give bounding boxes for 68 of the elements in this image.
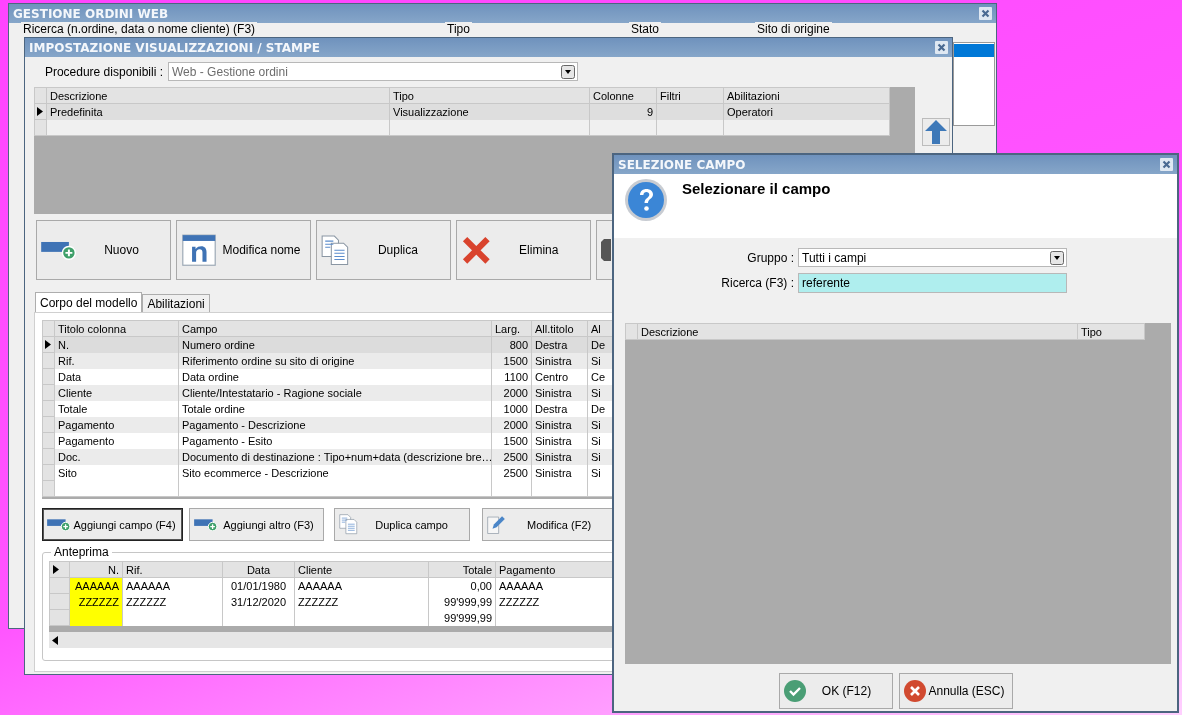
action-button[interactable]: Aggiungi campo (F4) [42, 508, 183, 541]
column-header[interactable]: Data [222, 561, 295, 578]
toolbar-button[interactable]: Duplica [316, 220, 451, 280]
column-header[interactable]: Descrizione [46, 87, 390, 104]
check-icon [783, 680, 806, 702]
row-pointer-icon [45, 339, 51, 349]
column-header[interactable]: Filtri [656, 87, 724, 104]
column-header[interactable]: Abilitazioni [723, 87, 890, 104]
move-up-button[interactable] [922, 118, 950, 146]
field-label: Procedure disponibili : [43, 64, 163, 79]
documents-icon [339, 514, 359, 535]
group-label: Tipo [445, 22, 472, 36]
group-label: Stato [629, 22, 662, 36]
toolbar-button[interactable]: Modifica nome [176, 220, 311, 280]
row-pointer-icon [37, 106, 43, 116]
close-icon[interactable] [979, 7, 992, 20]
search-field[interactable]: referente [798, 273, 1067, 293]
column-header[interactable]: Tipo [1077, 323, 1145, 340]
field-label: Ricerca (F3) : [720, 276, 794, 290]
add-icon [194, 517, 218, 532]
add-icon [41, 240, 77, 260]
column-header[interactable]: Descrizione [637, 323, 1078, 340]
add-icon [47, 517, 71, 532]
column-header[interactable]: Titolo colonna [54, 320, 179, 337]
group-label: Anteprima [53, 545, 110, 559]
column-header[interactable]: All.titolo [531, 320, 588, 337]
documents-icon [321, 234, 350, 266]
column-header[interactable]: N. [69, 561, 123, 578]
procedure-dropdown[interactable]: Web - Gestione ordini [168, 62, 578, 81]
question-icon [624, 178, 668, 222]
column-header[interactable]: Larg. [491, 320, 532, 337]
list-box[interactable] [953, 42, 995, 126]
delete-icon [461, 234, 492, 266]
column-header[interactable]: Campo [178, 320, 492, 337]
action-button[interactable]: Aggiungi altro (F3) [189, 508, 324, 541]
ok-button[interactable]: OK (F12) [778, 673, 893, 709]
column-header[interactable]: Tipo [389, 87, 590, 104]
dialog-heading: Selezionare il campo [682, 180, 831, 197]
group-dropdown[interactable]: Tutti i campi [798, 248, 1067, 267]
window-title: SELEZIONE CAMPO [618, 157, 746, 172]
group-label: Ricerca (n.ordine, data o nome cliente) (F3) [21, 22, 258, 36]
corner-cell [34, 87, 47, 104]
edit-icon [487, 514, 507, 535]
up-arrow-icon [925, 120, 947, 144]
column-header[interactable]: Rif. [122, 561, 223, 578]
action-button[interactable]: Duplica campo [334, 508, 470, 541]
dropdown-icon[interactable] [561, 64, 575, 79]
window-title: GESTIONE ORDINI WEB [13, 6, 169, 21]
dropdown-icon[interactable] [1050, 250, 1064, 265]
tab[interactable]: Abilitazioni [142, 294, 210, 312]
letter-n-icon [181, 233, 217, 267]
column-header[interactable]: Totale [428, 561, 496, 578]
group-label: Sito di origine [755, 22, 832, 36]
corner-cell [625, 323, 638, 340]
column-header[interactable]: Colonne [589, 87, 657, 104]
column-header[interactable]: Cliente [294, 561, 429, 578]
cancel-icon [903, 680, 926, 702]
toolbar-button[interactable]: Nuovo [36, 220, 171, 280]
scroll-left-icon[interactable] [52, 635, 58, 645]
tab[interactable]: Corpo del modello [35, 292, 143, 312]
field-label: Gruppo : [746, 250, 794, 265]
close-icon[interactable] [935, 41, 948, 54]
cancel-button[interactable]: Annulla (ESC) [898, 673, 1013, 709]
corner-cell [42, 320, 55, 337]
row-pointer-icon [53, 564, 59, 574]
toolbar-button[interactable]: Elimina [456, 220, 591, 280]
window-title: IMPOSTAZIONE VISUALIZZAZIONI / STAMPE [29, 40, 320, 55]
close-icon[interactable] [1160, 158, 1173, 171]
